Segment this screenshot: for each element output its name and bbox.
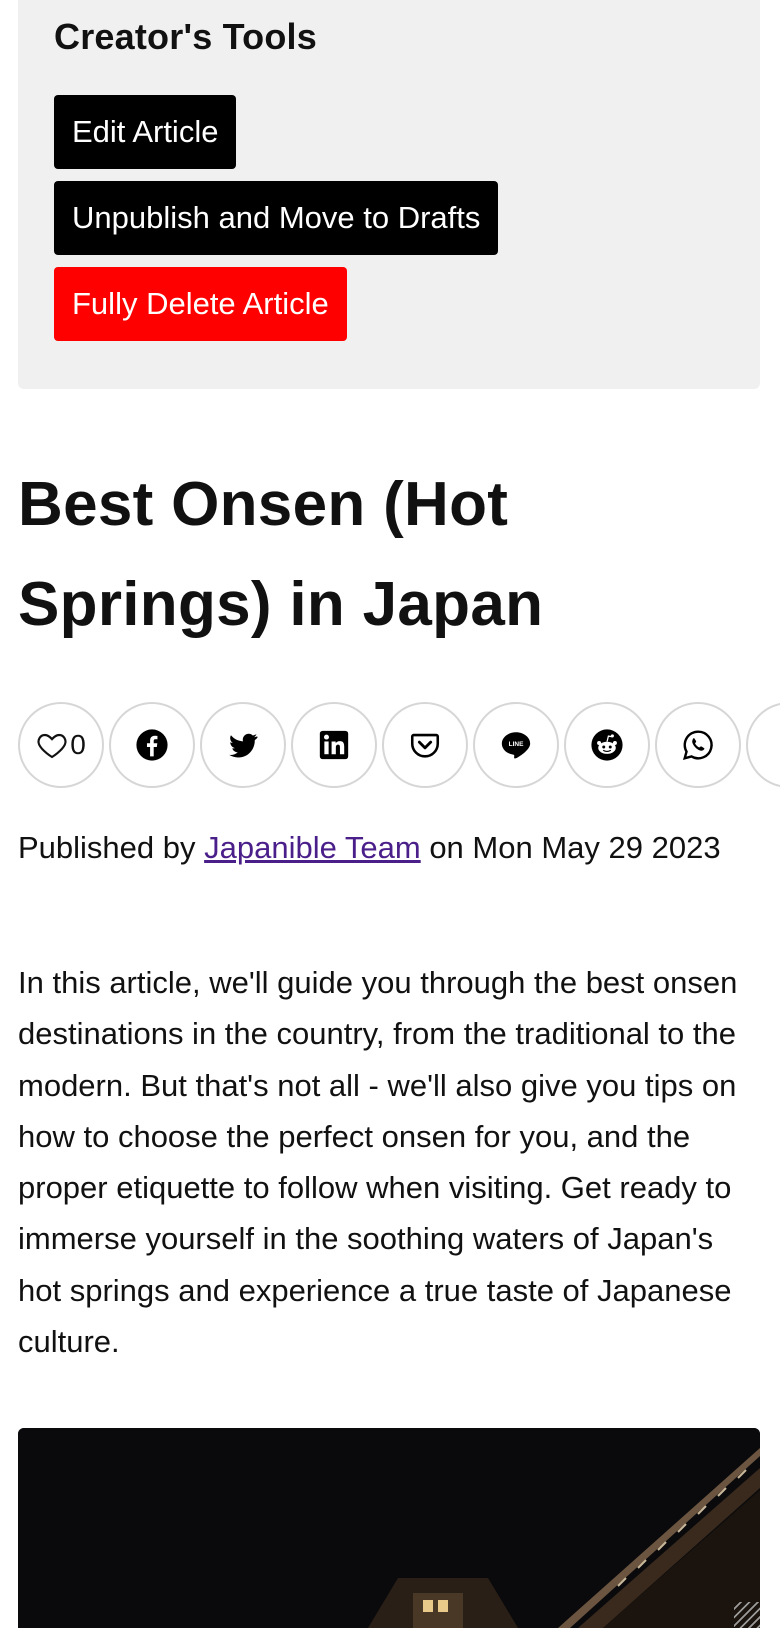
- whatsapp-icon: [681, 728, 715, 762]
- resize-corner-icon: [734, 1602, 760, 1628]
- twitter-icon: [226, 728, 260, 762]
- like-button[interactable]: 0: [18, 702, 104, 788]
- share-line-button[interactable]: LINE: [473, 702, 559, 788]
- author-link[interactable]: Japanible Team: [204, 830, 421, 865]
- creator-tools-heading: Creator's Tools: [54, 16, 317, 57]
- line-icon: LINE: [499, 728, 533, 762]
- share-reddit-button[interactable]: [564, 702, 650, 788]
- share-facebook-button[interactable]: [109, 702, 195, 788]
- byline-prefix: Published by: [18, 830, 205, 865]
- article-byline: Published by Japanible Team on Mon May 2…: [18, 822, 748, 873]
- edit-article-button[interactable]: Edit Article: [54, 95, 237, 169]
- onsen-building-graphic: [18, 1428, 760, 1628]
- share-pocket-button[interactable]: [382, 702, 468, 788]
- share-linkedin-button[interactable]: [291, 702, 377, 788]
- delete-article-button[interactable]: Fully Delete Article: [54, 267, 347, 341]
- svg-text:LINE: LINE: [509, 741, 524, 748]
- share-more-button[interactable]: [746, 702, 780, 788]
- article-intro: In this article, we'll guide you through…: [18, 965, 738, 1360]
- facebook-icon: [135, 728, 169, 762]
- share-buttons-row: 0 LINE: [18, 702, 780, 790]
- article-title: Best Onsen (Hot Springs) in Japan: [18, 470, 544, 639]
- reddit-icon: [590, 728, 624, 762]
- unpublish-button[interactable]: Unpublish and Move to Drafts: [54, 181, 499, 255]
- creator-tools-panel: Creator's Tools Edit Article Unpublish a…: [18, 0, 760, 389]
- byline-date: on Mon May 29 2023: [420, 830, 721, 865]
- share-twitter-button[interactable]: [200, 702, 286, 788]
- like-count: 0: [70, 729, 86, 760]
- hero-image: [18, 1428, 760, 1628]
- heart-icon: [36, 729, 68, 761]
- share-whatsapp-button[interactable]: [655, 702, 741, 788]
- linkedin-icon: [317, 728, 351, 762]
- pocket-icon: [408, 728, 442, 762]
